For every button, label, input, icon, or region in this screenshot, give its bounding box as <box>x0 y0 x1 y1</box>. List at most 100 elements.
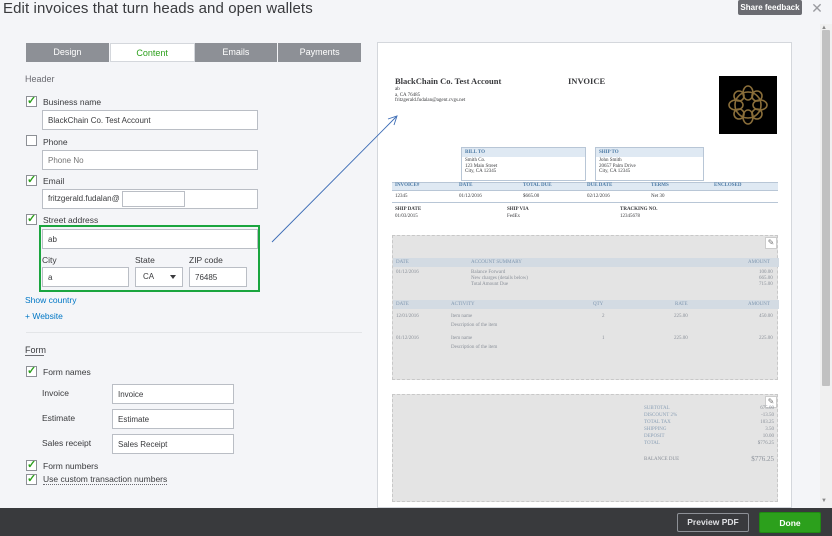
item-date: 12/01/2016 <box>396 314 419 319</box>
account-header-cell: DATE <box>396 260 409 265</box>
item-desc: Description of the item <box>451 345 498 350</box>
total-value: 3.50 <box>765 427 774 432</box>
ship-via-header: SHIP VIA <box>507 207 529 212</box>
form-numbers-label: Form numbers <box>43 461 99 471</box>
ship-to-line: City, CA 12345 <box>599 169 631 174</box>
info-header-cell: ENCLOSED <box>714 183 742 188</box>
phone-checkbox[interactable] <box>26 135 37 146</box>
tab-content[interactable]: Content <box>109 43 195 62</box>
total-label: DEPOSIT <box>644 434 665 439</box>
info-value-cell: $665.00 <box>523 194 540 199</box>
form-title-underline <box>25 355 44 356</box>
bill-to-title: BILL TO <box>462 148 585 157</box>
preview-pdf-button[interactable]: Preview PDF <box>677 513 749 532</box>
account-header-cell: ACCOUNT SUMMARY <box>471 260 522 265</box>
total-label: SUBTOTAL <box>644 406 670 411</box>
form-numbers-checkbox[interactable] <box>26 458 37 471</box>
total-label: DISCOUNT 2% <box>644 413 678 418</box>
scroll-down-icon[interactable]: ▼ <box>821 498 827 504</box>
info-value-cell: 01/12/2016 <box>459 194 482 199</box>
phone-input[interactable] <box>42 150 258 170</box>
account-amount: 715.00 <box>759 282 773 287</box>
ship-to-box: SHIP TO John Smith 20657 Palm Drive City… <box>595 147 704 181</box>
ship-date-header: SHIP DATE <box>395 207 422 212</box>
ship-date-value: 01/03/2015 <box>395 214 418 219</box>
email-label: Email <box>43 176 65 186</box>
business-name-label: Business name <box>43 97 102 107</box>
estimate-name-input[interactable] <box>112 409 234 429</box>
item-amount: 450.00 <box>759 314 773 319</box>
show-country-link[interactable]: Show country <box>25 295 77 305</box>
total-value: $776.25 <box>757 441 774 446</box>
scroll-up-icon[interactable]: ▲ <box>821 25 827 31</box>
info-value-cell: 02/12/2016 <box>587 194 610 199</box>
total-label: TOTAL <box>644 441 660 446</box>
invoice-name-input[interactable] <box>112 384 234 404</box>
preview-address-line: fritzgerald.fudalan@agent.cvgs.net <box>395 98 466 103</box>
account-summary-header <box>393 258 779 267</box>
item-date: 01/12/2016 <box>396 336 419 341</box>
address-highlight-box <box>39 225 260 292</box>
item-name: Item name <box>451 336 473 341</box>
invoice-label: Invoice <box>42 388 69 398</box>
done-button[interactable]: Done <box>759 512 821 533</box>
info-header-cell: TERMS <box>651 183 669 188</box>
share-feedback-button[interactable]: Share feedback <box>738 0 802 15</box>
preview-company-name: BlackChain Co. Test Account <box>395 76 502 86</box>
total-label: TOTAL TAX <box>644 420 671 425</box>
email-overlay-box <box>122 191 185 207</box>
sales-receipt-label: Sales receipt <box>42 438 92 448</box>
item-amount: 225.00 <box>759 336 773 341</box>
info-table-bottom-border <box>392 202 778 203</box>
custom-numbers-checkbox[interactable] <box>26 472 37 485</box>
account-amount: 100.00 <box>759 270 773 275</box>
info-header-cell: INVOICE# <box>395 183 420 188</box>
info-value-cell: 12345 <box>395 194 408 199</box>
tracking-header: TRACKING NO. <box>620 207 658 212</box>
form-section-title: Form <box>25 345 46 355</box>
custom-numbers-label: Use custom transaction numbers <box>43 474 168 485</box>
pencil-icon[interactable]: ✎ <box>765 237 777 249</box>
info-header-cell: TOTAL DUE <box>523 183 552 188</box>
business-name-checkbox[interactable] <box>26 94 37 107</box>
business-name-input[interactable] <box>42 110 258 130</box>
item-desc: Description of the item <box>451 323 498 328</box>
section-divider <box>26 332 362 333</box>
settings-panel: Design Content Emails Payments Header Bu… <box>0 24 374 508</box>
invoice-document: BlackChain Co. Test Account ab a, CA 764… <box>392 72 779 502</box>
tab-bar: Design Content Emails Payments <box>26 43 362 62</box>
tab-payments[interactable]: Payments <box>278 43 362 62</box>
balance-due-value: $776.25 <box>751 455 774 463</box>
tab-design[interactable]: Design <box>26 43 110 62</box>
account-line: Balance Forward <box>471 270 506 275</box>
street-address-checkbox[interactable] <box>26 212 37 225</box>
phone-label: Phone <box>43 137 68 147</box>
estimate-label: Estimate <box>42 413 76 423</box>
sales-receipt-name-input[interactable] <box>112 434 234 454</box>
total-value: 10.00 <box>762 434 774 439</box>
account-line: New charges (details below) <box>471 276 528 281</box>
info-header-cell: DUE DATE <box>587 183 613 188</box>
items-header-cell: AMOUNT <box>748 302 770 307</box>
scrollbar-thumb[interactable] <box>822 30 830 386</box>
info-value-cell: Net 30 <box>651 194 665 199</box>
account-header-cell: AMOUNT <box>748 260 770 265</box>
page-title: Edit invoices that turn heads and open w… <box>3 0 313 17</box>
item-name: Item name <box>451 314 473 319</box>
balance-due-label: BALANCE DUE <box>644 457 680 462</box>
title-bar: Edit invoices that turn heads and open w… <box>0 0 832 24</box>
items-header-cell: RATE <box>675 302 688 307</box>
item-qty: 2 <box>602 314 605 319</box>
form-names-checkbox[interactable] <box>26 364 37 377</box>
email-checkbox[interactable] <box>26 173 37 186</box>
items-header-cell: DATE <box>396 302 409 307</box>
totals-area[interactable]: ✎ SUBTOTAL 675.00 DISCOUNT 2% -13.50 TOT… <box>392 394 778 502</box>
close-icon[interactable]: ✕ <box>810 0 824 16</box>
bill-to-line: City, CA 12345 <box>465 169 497 174</box>
bill-to-box: BILL TO Smith Co. 123 Main Street City, … <box>461 147 586 181</box>
total-label: SHIPPING <box>644 427 667 432</box>
line-items-area[interactable]: ✎ DATE ACCOUNT SUMMARY AMOUNT 01/12/2016… <box>392 235 779 380</box>
tab-emails[interactable]: Emails <box>194 43 279 62</box>
add-website-link[interactable]: + Website <box>25 311 63 321</box>
total-value: -13.50 <box>761 413 774 418</box>
